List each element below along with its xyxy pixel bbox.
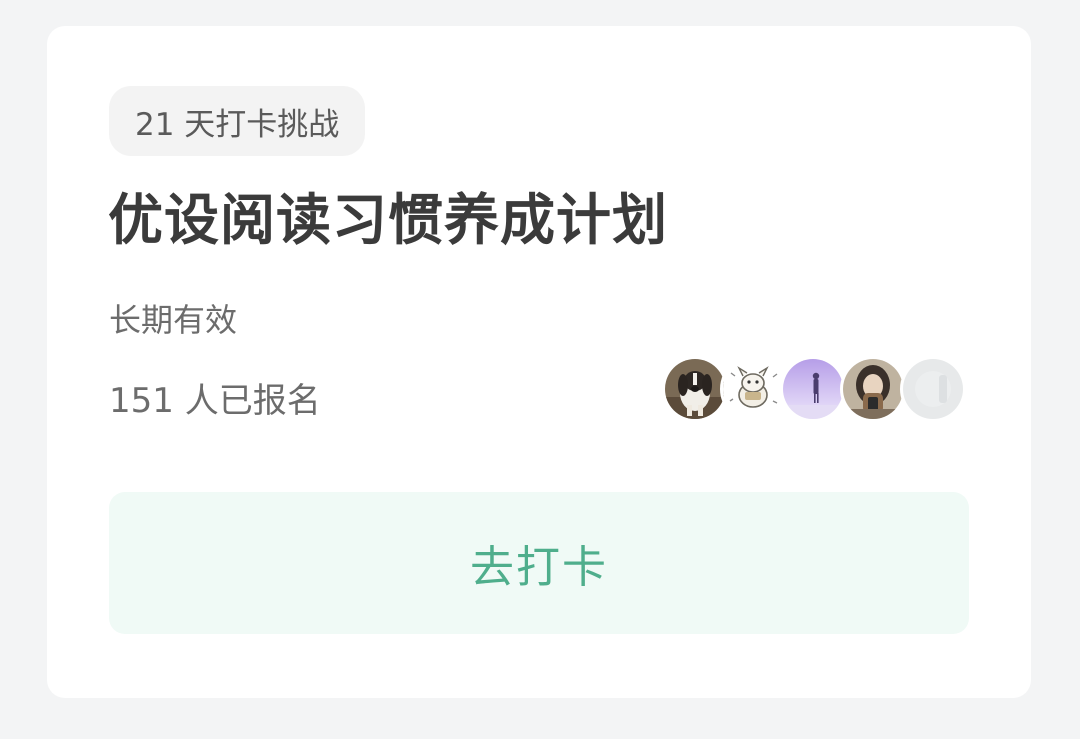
check-in-button[interactable]: 去打卡 [109, 492, 969, 634]
challenge-type-label: 21 天打卡挑战 [135, 106, 340, 143]
blurred-gray-avatar [900, 356, 966, 422]
cartoon-character-avatar [720, 356, 786, 422]
purple-silhouette-avatar [780, 356, 846, 422]
challenge-card[interactable]: 21 天打卡挑战 优设阅读习惯养成计划 长期有效 151 人已报名 去打卡 [47, 26, 1031, 698]
validity-text: 长期有效 [109, 301, 238, 339]
challenge-title: 优设阅读习惯养成计划 [108, 188, 669, 252]
dog-avatar [662, 356, 728, 422]
girl-selfie-avatar [840, 356, 906, 422]
participant-avatar-stack[interactable] [662, 356, 982, 426]
check-in-button-label: 去打卡 [470, 542, 608, 593]
signup-count-text: 151 人已报名 [109, 381, 321, 421]
challenge-type-badge: 21 天打卡挑战 [109, 86, 366, 156]
